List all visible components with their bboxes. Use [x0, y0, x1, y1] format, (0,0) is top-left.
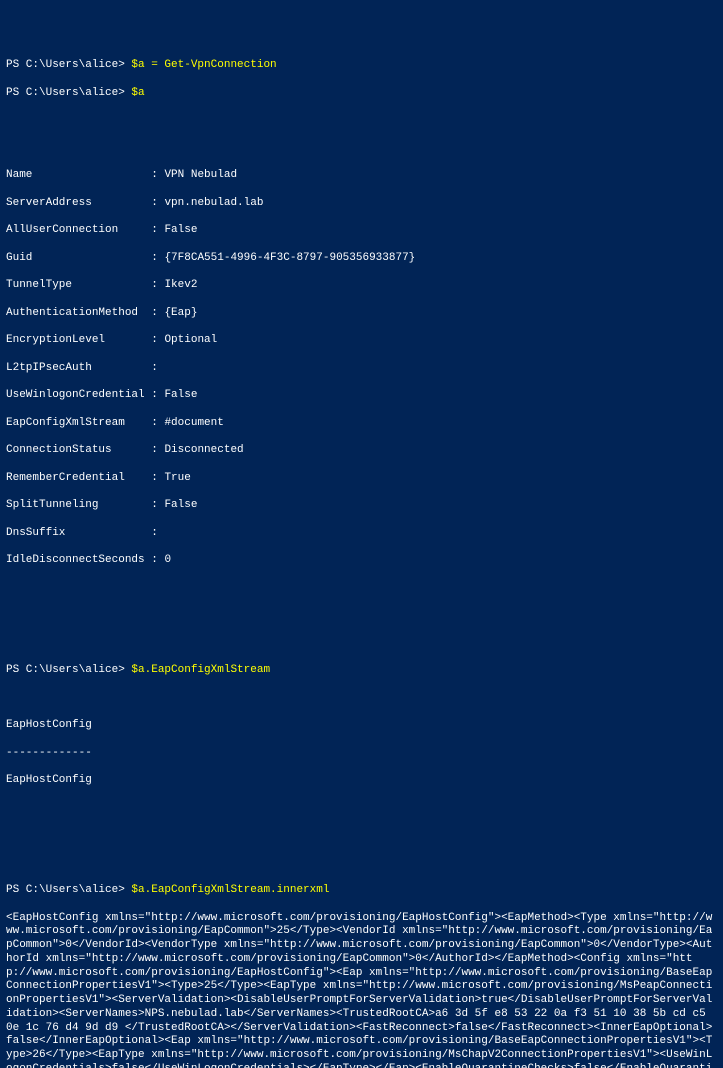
property-row: ConnectionStatus : Disconnected	[6, 444, 717, 458]
property-key: DnsSuffix :	[6, 527, 164, 539]
blank-line	[6, 857, 717, 871]
property-key: EapConfigXmlStream :	[6, 417, 164, 429]
property-key: UseWinlogonCredential :	[6, 389, 164, 401]
command-text: $a = Get-VpnConnection	[131, 59, 276, 71]
command-text: $a.EapConfigXmlStream	[131, 664, 270, 676]
property-key: Guid :	[6, 252, 164, 264]
command-line-4[interactable]: PS C:\Users\alice> $a.EapConfigXmlStream…	[6, 884, 717, 898]
prompt: PS C:\Users\alice>	[6, 59, 131, 71]
property-value: False	[164, 499, 197, 511]
property-row: AllUserConnection : False	[6, 224, 717, 238]
property-value: True	[164, 472, 190, 484]
property-key: SplitTunneling :	[6, 499, 164, 511]
command-text: $a.EapConfigXmlStream.innerxml	[131, 884, 329, 896]
property-key: ServerAddress :	[6, 197, 164, 209]
property-value: #document	[164, 417, 223, 429]
blank-line	[6, 142, 717, 156]
property-row: TunnelType : Ikev2	[6, 279, 717, 293]
blank-line	[6, 802, 717, 816]
property-value: vpn.nebulad.lab	[164, 197, 263, 209]
property-value: Disconnected	[164, 444, 243, 456]
blank-line	[6, 114, 717, 128]
property-key: TunnelType :	[6, 279, 164, 291]
property-row: ServerAddress : vpn.nebulad.lab	[6, 197, 717, 211]
property-row: L2tpIPsecAuth :	[6, 362, 717, 376]
property-value: {Eap}	[164, 307, 197, 319]
property-row: RememberCredential : True	[6, 472, 717, 486]
property-row: AuthenticationMethod : {Eap}	[6, 307, 717, 321]
property-value: False	[164, 224, 197, 236]
property-key: Name :	[6, 169, 164, 181]
command-line-1[interactable]: PS C:\Users\alice> $a = Get-VpnConnectio…	[6, 59, 717, 73]
command-text: $a	[131, 87, 144, 99]
property-key: AllUserConnection :	[6, 224, 164, 236]
property-value: 0	[164, 554, 171, 566]
property-key: EncryptionLevel :	[6, 334, 164, 346]
blank-line	[6, 829, 717, 843]
blank-line	[6, 692, 717, 706]
property-key: AuthenticationMethod :	[6, 307, 164, 319]
blank-line	[6, 637, 717, 651]
command-line-3[interactable]: PS C:\Users\alice> $a.EapConfigXmlStream	[6, 664, 717, 678]
property-value: False	[164, 389, 197, 401]
prompt: PS C:\Users\alice>	[6, 884, 131, 896]
eap-stream-value: EapHostConfig	[6, 774, 717, 788]
property-row: EncryptionLevel : Optional	[6, 334, 717, 348]
property-key: ConnectionStatus :	[6, 444, 164, 456]
property-value: VPN Nebulad	[164, 169, 237, 181]
property-key: L2tpIPsecAuth :	[6, 362, 164, 374]
property-row: DnsSuffix :	[6, 527, 717, 541]
property-value: Optional	[164, 334, 217, 346]
property-row: UseWinlogonCredential : False	[6, 389, 717, 403]
property-row: Guid : {7F8CA551-4996-4F3C-8797-90535693…	[6, 252, 717, 266]
blank-line	[6, 582, 717, 596]
property-row: EapConfigXmlStream : #document	[6, 417, 717, 431]
property-row: SplitTunneling : False	[6, 499, 717, 513]
prompt: PS C:\Users\alice>	[6, 87, 131, 99]
eap-stream-header: EapHostConfig	[6, 719, 717, 733]
property-value: Ikev2	[164, 279, 197, 291]
property-row: IdleDisconnectSeconds : 0	[6, 554, 717, 568]
property-key: RememberCredential :	[6, 472, 164, 484]
innerxml-output: <EapHostConfig xmlns="http://www.microso…	[6, 912, 717, 1068]
property-row: Name : VPN Nebulad	[6, 169, 717, 183]
blank-line	[6, 609, 717, 623]
eap-stream-dashes: -------------	[6, 747, 717, 761]
prompt: PS C:\Users\alice>	[6, 664, 131, 676]
property-key: IdleDisconnectSeconds :	[6, 554, 164, 566]
command-line-2[interactable]: PS C:\Users\alice> $a	[6, 87, 717, 101]
property-value: {7F8CA551-4996-4F3C-8797-905356933877}	[164, 252, 415, 264]
